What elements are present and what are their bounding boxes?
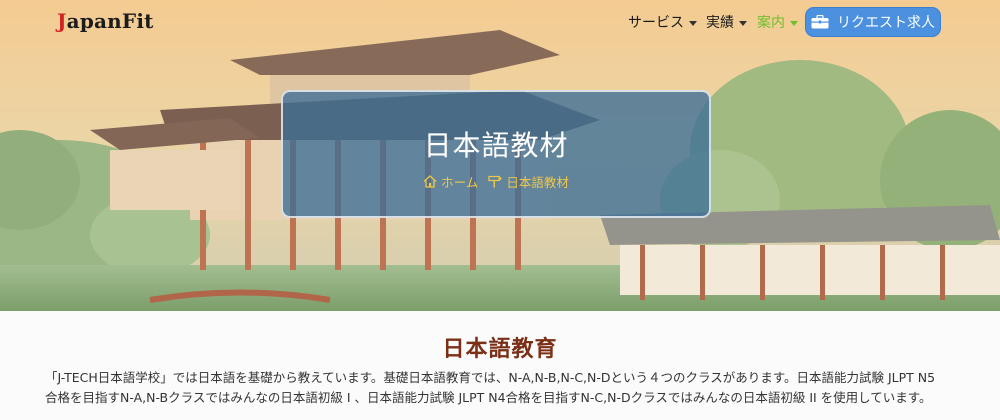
section-title: 日本語教育 [442, 337, 558, 362]
section-paragraph: 「J-TECH日本語学校」では日本語を基礎から教えています。基礎日本語教育では、… [45, 368, 960, 408]
chevron-down-icon [790, 20, 798, 26]
breadcrumb-home-link[interactable]: ホーム [441, 172, 478, 191]
chevron-down-icon [689, 20, 697, 26]
logo-initial: J [57, 9, 67, 33]
breadcrumb-current: 日本語教材 [506, 175, 569, 190]
paragraph-line: 合格を目指すN-A,N-Bクラスではみんなの日本語初級 I 、日本語能力試験 J… [45, 390, 932, 405]
nav-results-label: 実績 [706, 15, 734, 31]
hero-banner: JapanFit サービス 実績 案内 リクエスト求人 日本語教材 ホーム 日本… [0, 0, 1000, 311]
nav-results[interactable]: 実績 [706, 12, 747, 32]
briefcase-icon [811, 15, 829, 29]
top-navbar: JapanFit サービス 実績 案内 リクエスト求人 [0, 0, 1000, 42]
page-title: 日本語教材 [423, 129, 569, 162]
nav-services[interactable]: サービス [628, 12, 697, 32]
breadcrumb: ホーム 日本語教材 [283, 172, 709, 191]
request-job-label: リクエスト求人 [837, 15, 935, 31]
content-section: 日本語教育 「J-TECH日本語学校」では日本語を基礎から教えています。基礎日本… [0, 311, 1000, 420]
nav-guide[interactable]: 案内 [757, 12, 798, 32]
paragraph-line: 「J-TECH日本語学校」では日本語を基礎から教えています。基礎日本語教育では、… [45, 370, 936, 385]
signpost-icon [488, 175, 503, 188]
request-job-button[interactable]: リクエスト求人 [805, 7, 941, 37]
nav-guide-label: 案内 [757, 15, 785, 31]
logo-text: apanFit [66, 9, 154, 33]
home-icon [423, 175, 437, 188]
nav-services-label: サービス [628, 15, 684, 31]
japanfit-logo[interactable]: JapanFit [57, 9, 154, 33]
chevron-down-icon [739, 20, 747, 26]
page-title-box: 日本語教材 ホーム 日本語教材 [281, 90, 711, 218]
